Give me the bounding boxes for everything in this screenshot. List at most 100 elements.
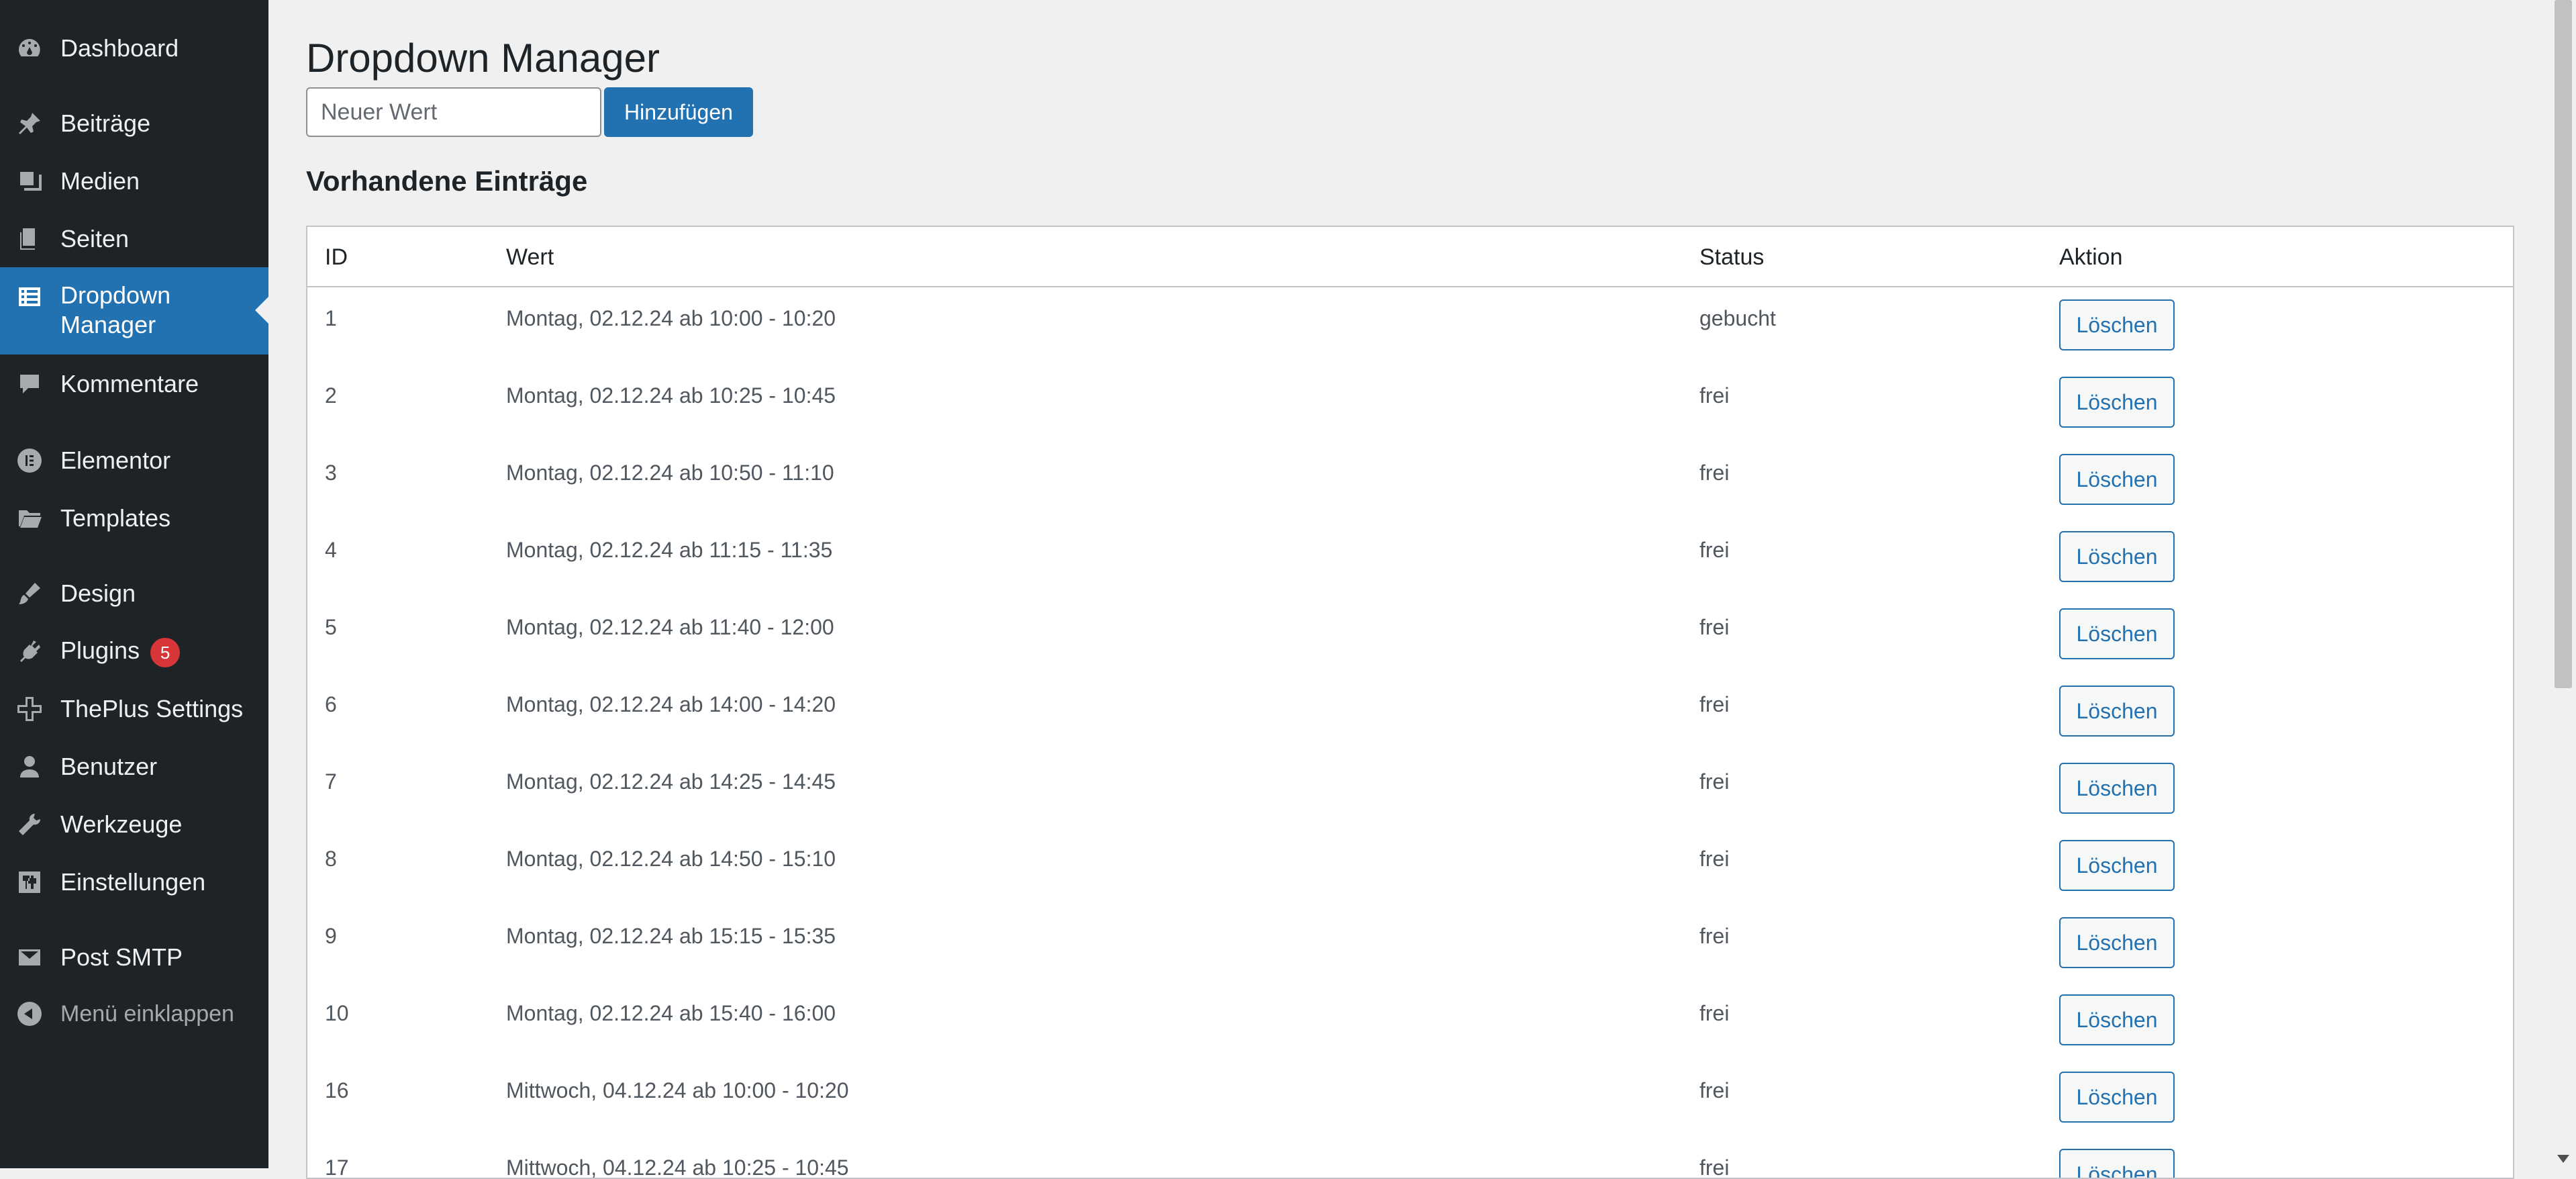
delete-button[interactable]: Löschen: [2059, 377, 2175, 428]
wrench-icon: [15, 810, 44, 839]
table-row: 7 Montag, 02.12.24 ab 14:25 - 14:45 frei…: [307, 751, 2513, 828]
cell-id: 1: [325, 306, 337, 330]
cell-status: frei: [1699, 538, 1730, 562]
list-icon: [15, 282, 44, 312]
cell-id: 16: [325, 1078, 349, 1102]
sidebar-item-templates[interactable]: Templates: [0, 504, 268, 533]
new-value-input[interactable]: [306, 87, 601, 137]
cell-id: 7: [325, 769, 337, 794]
cell-id: 3: [325, 461, 337, 485]
sidebar-item-einstellungen[interactable]: Einstellungen: [0, 867, 268, 897]
cell-wert: Montag, 02.12.24 ab 11:15 - 11:35: [506, 538, 833, 562]
pin-icon: [15, 109, 44, 138]
sidebar-item-dashboard[interactable]: Dashboard: [0, 34, 268, 63]
table-row: 8 Montag, 02.12.24 ab 14:50 - 15:10 frei…: [307, 828, 2513, 905]
table-row: 9 Montag, 02.12.24 ab 15:15 - 15:35 frei…: [307, 905, 2513, 982]
cell-status: frei: [1699, 924, 1730, 948]
table-row: 5 Montag, 02.12.24 ab 11:40 - 12:00 frei…: [307, 596, 2513, 673]
add-button[interactable]: Hinzufügen: [604, 87, 753, 137]
cell-status: frei: [1699, 692, 1730, 716]
cell-wert: Montag, 02.12.24 ab 11:40 - 12:00: [506, 615, 834, 639]
delete-button[interactable]: Löschen: [2059, 686, 2175, 737]
sidebar-item-theplus-settings[interactable]: ThePlus Settings: [0, 694, 268, 724]
cell-wert: Montag, 02.12.24 ab 10:25 - 10:45: [506, 383, 836, 408]
delete-button[interactable]: Löschen: [2059, 454, 2175, 505]
cell-wert: Mittwoch, 04.12.24 ab 10:00 - 10:20: [506, 1078, 849, 1102]
scroll-down-arrow-icon[interactable]: [2557, 1155, 2569, 1163]
table-row: 10 Montag, 02.12.24 ab 15:40 - 16:00 fre…: [307, 982, 2513, 1059]
sidebar-item-design[interactable]: Design: [0, 579, 268, 608]
delete-button[interactable]: Löschen: [2059, 608, 2175, 659]
plugin-icon: [15, 636, 44, 666]
scrollbar-thumb[interactable]: [2555, 0, 2572, 688]
cell-status: gebucht: [1699, 306, 1776, 330]
cell-id: 6: [325, 692, 337, 716]
column-header-status: Status: [1699, 244, 1765, 270]
sidebar-item-dropdown-manager[interactable]: Dropdown Manager: [0, 267, 268, 355]
cell-status: frei: [1699, 847, 1730, 871]
page-title: Dropdown Manager: [306, 36, 660, 81]
sidebar-collapse-menu[interactable]: Menü einklappen: [0, 999, 268, 1029]
sidebar-item-werkzeuge[interactable]: Werkzeuge: [0, 810, 268, 839]
brush-icon: [15, 579, 44, 608]
delete-button[interactable]: Löschen: [2059, 299, 2175, 350]
cell-id: 2: [325, 383, 337, 408]
entries-table: ID Wert Status Aktion 1 Montag, 02.12.24…: [306, 226, 2514, 1179]
plus-icon: [15, 694, 44, 724]
media-icon: [15, 167, 44, 196]
sidebar-item-benutzer[interactable]: Benutzer: [0, 752, 268, 782]
table-row: 2 Montag, 02.12.24 ab 10:25 - 10:45 frei…: [307, 365, 2513, 442]
cell-wert: Montag, 02.12.24 ab 15:40 - 16:00: [506, 1001, 836, 1025]
page-scrollbar[interactable]: [2550, 0, 2576, 1168]
user-icon: [15, 752, 44, 782]
table-header: ID Wert Status Aktion: [307, 227, 2513, 287]
delete-button[interactable]: Löschen: [2059, 763, 2175, 814]
sidebar-item-elementor[interactable]: Elementor: [0, 446, 268, 475]
mail-icon: [15, 943, 44, 972]
table-body: 1 Montag, 02.12.24 ab 10:00 - 10:20 gebu…: [307, 287, 2513, 1179]
cell-id: 4: [325, 538, 337, 562]
dashboard-icon: [15, 34, 44, 63]
column-header-wert: Wert: [506, 244, 554, 270]
sidebar-item-seiten[interactable]: Seiten: [0, 224, 268, 254]
cell-wert: Montag, 02.12.24 ab 10:50 - 11:10: [506, 461, 834, 485]
delete-button[interactable]: Löschen: [2059, 1072, 2175, 1123]
column-header-aktion: Aktion: [2059, 244, 2123, 270]
column-header-id: ID: [325, 244, 348, 270]
table-row: 4 Montag, 02.12.24 ab 11:15 - 11:35 frei…: [307, 519, 2513, 596]
sidebar-item-beitraege[interactable]: Beiträge: [0, 109, 268, 138]
sidebar-item-plugins[interactable]: Plugins 5: [0, 636, 268, 667]
folder-icon: [15, 504, 44, 533]
elementor-icon: [15, 446, 44, 475]
delete-button[interactable]: Löschen: [2059, 840, 2175, 891]
comment-icon: [15, 369, 44, 399]
admin-sidebar: Dashboard Beiträge Medien Seiten Dropdow…: [0, 0, 268, 1168]
cell-wert: Montag, 02.12.24 ab 15:15 - 15:35: [506, 924, 836, 948]
table-row: 3 Montag, 02.12.24 ab 10:50 - 11:10 frei…: [307, 442, 2513, 519]
table-row: 6 Montag, 02.12.24 ab 14:00 - 14:20 frei…: [307, 673, 2513, 751]
cell-id: 5: [325, 615, 337, 639]
cell-status: frei: [1699, 1001, 1730, 1025]
cell-status: frei: [1699, 1078, 1730, 1102]
sidebar-item-kommentare[interactable]: Kommentare: [0, 369, 268, 399]
cell-wert: Montag, 02.12.24 ab 14:25 - 14:45: [506, 769, 836, 794]
cell-wert: Montag, 02.12.24 ab 10:00 - 10:20: [506, 306, 836, 330]
cell-status: frei: [1699, 769, 1730, 794]
cell-status: frei: [1699, 615, 1730, 639]
cell-id: 8: [325, 847, 337, 871]
delete-button[interactable]: Löschen: [2059, 917, 2175, 968]
sidebar-item-medien[interactable]: Medien: [0, 167, 268, 196]
sidebar-item-plugins-label: Plugins: [60, 636, 140, 664]
table-row: 17 Mittwoch, 04.12.24 ab 10:25 - 10:45 f…: [307, 1137, 2513, 1179]
pages-icon: [15, 224, 44, 254]
cell-id: 17: [325, 1156, 349, 1179]
cell-id: 9: [325, 924, 337, 948]
cell-status: frei: [1699, 461, 1730, 485]
delete-button[interactable]: Löschen: [2059, 1149, 2175, 1178]
table-row: 1 Montag, 02.12.24 ab 10:00 - 10:20 gebu…: [307, 287, 2513, 365]
cell-status: frei: [1699, 383, 1730, 408]
cell-id: 10: [325, 1001, 349, 1025]
delete-button[interactable]: Löschen: [2059, 531, 2175, 582]
delete-button[interactable]: Löschen: [2059, 994, 2175, 1045]
sidebar-item-post-smtp[interactable]: Post SMTP: [0, 943, 268, 972]
